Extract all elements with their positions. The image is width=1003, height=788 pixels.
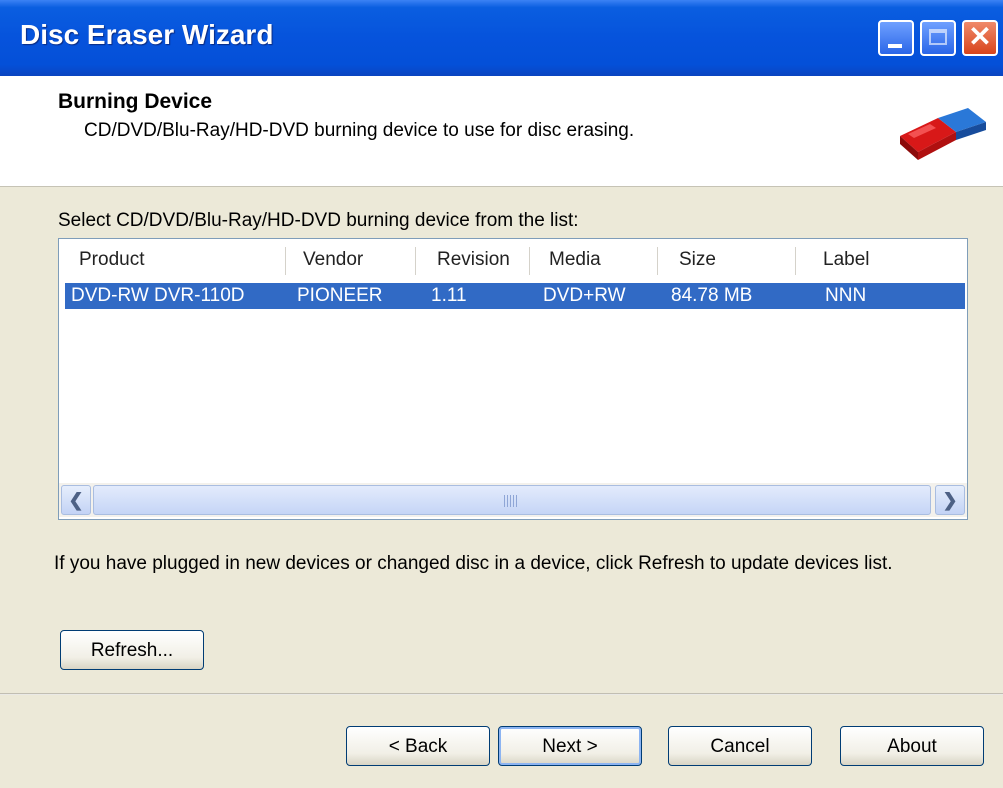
device-list-header: Product Vendor Revision Media Size Label	[59, 239, 967, 283]
column-header-size[interactable]: Size	[679, 249, 716, 271]
about-button[interactable]: About	[840, 726, 984, 766]
column-header-label[interactable]: Label	[823, 249, 870, 271]
cell-media: DVD+RW	[543, 285, 626, 306]
disc-eraser-wizard-window: Disc Eraser Wizard ✕ Burning Device CD/D…	[0, 0, 1003, 788]
title-bar[interactable]: Disc Eraser Wizard ✕	[0, 0, 1003, 76]
horizontal-scrollbar[interactable]: ❮ ❯	[59, 483, 967, 517]
device-list[interactable]: Product Vendor Revision Media Size Label…	[58, 238, 968, 520]
cell-revision: 1.11	[431, 285, 467, 306]
cancel-button[interactable]: Cancel	[668, 726, 812, 766]
column-header-product[interactable]: Product	[79, 249, 144, 271]
cell-product: DVD-RW DVR-110D	[71, 285, 245, 306]
column-header-vendor[interactable]: Vendor	[303, 249, 363, 271]
cell-vendor: PIONEER	[297, 285, 383, 306]
column-divider[interactable]	[657, 247, 658, 275]
scrollbar-thumb[interactable]	[93, 485, 931, 515]
minimize-icon[interactable]	[878, 20, 914, 56]
column-divider[interactable]	[795, 247, 796, 275]
back-button[interactable]: < Back	[346, 726, 490, 766]
scroll-left-icon[interactable]: ❮	[61, 485, 91, 515]
device-list-label: Select CD/DVD/Blu-Ray/HD-DVD burning dev…	[58, 210, 579, 231]
column-divider[interactable]	[415, 247, 416, 275]
cell-size: 84.78 MB	[671, 285, 753, 306]
scroll-right-icon[interactable]: ❯	[935, 485, 965, 515]
window-title: Disc Eraser Wizard	[20, 19, 274, 50]
next-button[interactable]: Next >	[498, 726, 642, 766]
close-icon[interactable]: ✕	[962, 20, 998, 56]
column-divider[interactable]	[285, 247, 286, 275]
column-header-revision[interactable]: Revision	[437, 249, 510, 271]
page-title: Burning Device	[58, 90, 213, 113]
column-divider[interactable]	[529, 247, 530, 275]
column-header-media[interactable]: Media	[549, 249, 601, 271]
cell-label: NNN	[825, 285, 867, 306]
eraser-icon	[900, 108, 986, 160]
device-row-selected[interactable]: DVD-RW DVR-110D PIONEER 1.11 DVD+RW 84.7…	[65, 283, 965, 309]
refresh-instructions: If you have plugged in new devices or ch…	[54, 553, 893, 574]
grip-icon	[504, 495, 518, 507]
maximize-icon[interactable]	[920, 20, 956, 56]
wizard-header: Burning Device CD/DVD/Blu-Ray/HD-DVD bur…	[0, 76, 1003, 187]
refresh-button[interactable]: Refresh...	[60, 630, 204, 670]
page-subtitle: CD/DVD/Blu-Ray/HD-DVD burning device to …	[84, 120, 635, 141]
footer-divider	[0, 693, 1003, 695]
